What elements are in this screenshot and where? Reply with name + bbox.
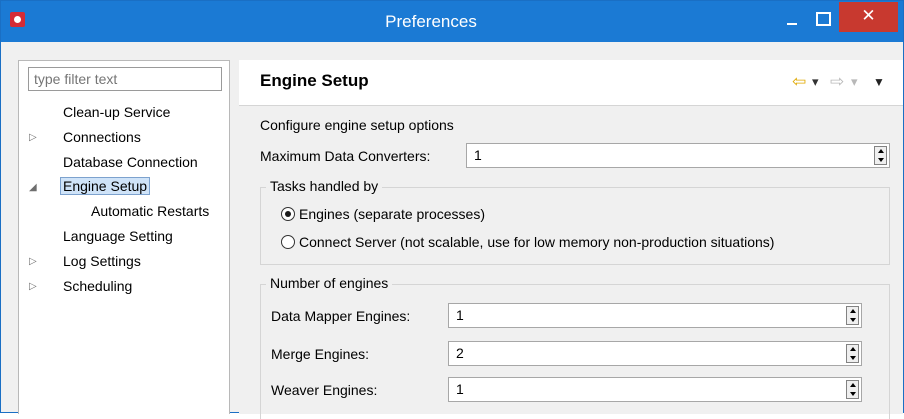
tasks-group: Tasks handled by Engines (separate proce… <box>260 178 890 265</box>
tree-item-clean-up-service[interactable]: Clean-up Service <box>63 103 170 124</box>
spinner-value: 1 <box>456 381 464 397</box>
page-title: Engine Setup <box>260 71 369 90</box>
expand-icon[interactable]: ▷ <box>29 256 37 267</box>
collapse-icon[interactable]: ◢ <box>29 182 37 193</box>
tree-item-language-setting[interactable]: Language Setting <box>63 227 173 248</box>
spinner-value: 1 <box>474 147 482 163</box>
expand-icon[interactable]: ▷ <box>29 281 37 292</box>
radio-label: Engines (separate processes) <box>299 206 485 222</box>
spinner-arrows-icon[interactable] <box>874 146 887 165</box>
radio-unselected-icon[interactable] <box>281 235 295 249</box>
max-converters-label: Maximum Data Converters: <box>260 148 431 164</box>
spinner-arrows-icon[interactable] <box>846 344 859 363</box>
radio-selected-icon[interactable] <box>281 207 295 221</box>
forward-menu-icon[interactable]: ▾ <box>851 72 858 92</box>
tree-item-label: Database Connection <box>63 154 198 170</box>
preference-page: Engine Setup ⇦ ▾ ⇨ ▾ ▼ Configure engine … <box>239 60 903 419</box>
window-title: Preferences <box>385 12 477 31</box>
group-title: Tasks handled by <box>266 178 383 194</box>
spinner-arrows-icon[interactable] <box>846 380 859 399</box>
minimize-button[interactable] <box>778 7 808 31</box>
tree-item-label: Scheduling <box>63 278 133 294</box>
title-bar[interactable]: Preferences ✕ <box>1 1 903 42</box>
tree-item-label: Clean-up Service <box>63 104 171 120</box>
preference-tree-panel: Clean-up Service ▷ Connections Database … <box>18 60 230 414</box>
tree-item-label: Automatic Restarts <box>91 203 210 219</box>
tree-item-connections[interactable]: Connections <box>63 128 141 149</box>
group-title: Number of engines <box>266 275 393 291</box>
radio-label: Connect Server (not scalable, use for lo… <box>299 234 775 250</box>
data-mapper-engines-label: Data Mapper Engines: <box>271 308 411 324</box>
page-header: Engine Setup ⇦ ▾ ⇨ ▾ ▼ <box>239 60 903 106</box>
tree-item-engine-setup[interactable]: Engine Setup <box>60 177 151 198</box>
engines-group: Number of engines Data Mapper Engines: 1… <box>260 275 890 419</box>
back-arrow-icon[interactable]: ⇦ <box>792 72 806 92</box>
tree-item-log-settings[interactable]: Log Settings <box>63 252 141 273</box>
back-menu-icon[interactable]: ▾ <box>812 72 819 92</box>
tree-item-scheduling[interactable]: Scheduling <box>63 277 132 298</box>
maximize-button[interactable] <box>807 7 837 31</box>
merge-engines-label: Merge Engines: <box>271 346 370 362</box>
tree-item-label: Language Setting <box>63 228 173 244</box>
tree-item-label: Engine Setup <box>60 177 151 195</box>
close-button[interactable]: ✕ <box>839 2 898 32</box>
max-converters-spinner[interactable]: 1 <box>466 143 890 168</box>
preferences-window: Preferences ✕ Clean-up Service ▷ Connect… <box>0 0 904 419</box>
data-mapper-engines-spinner[interactable]: 1 <box>448 303 862 328</box>
page-description: Configure engine setup options <box>260 117 454 133</box>
tree-item-label: Log Settings <box>63 253 141 269</box>
spinner-value: 2 <box>456 345 464 361</box>
merge-engines-spinner[interactable]: 2 <box>448 341 862 366</box>
forward-arrow-icon[interactable]: ⇨ <box>830 72 844 92</box>
spinner-value: 1 <box>456 307 464 323</box>
weaver-engines-label: Weaver Engines: <box>271 382 378 398</box>
weaver-engines-spinner[interactable]: 1 <box>448 377 862 402</box>
tree-item-database-connection[interactable]: Database Connection <box>63 153 198 174</box>
expand-icon[interactable]: ▷ <box>29 132 37 143</box>
view-menu-icon[interactable]: ▼ <box>873 72 885 92</box>
filter-input[interactable] <box>28 67 222 91</box>
spinner-arrows-icon[interactable] <box>846 306 859 325</box>
tree-item-label: Connections <box>63 129 141 145</box>
tree-item-automatic-restarts[interactable]: Automatic Restarts <box>91 202 229 223</box>
